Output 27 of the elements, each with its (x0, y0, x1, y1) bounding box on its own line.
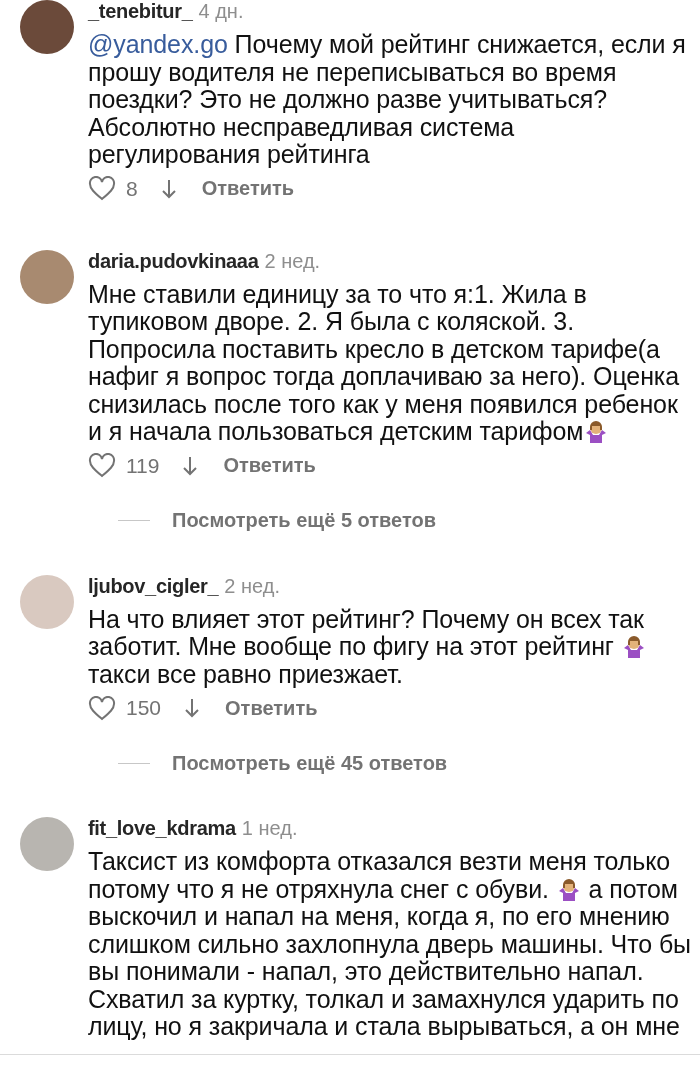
heart-icon[interactable] (88, 176, 116, 201)
like-count: 119 (126, 453, 160, 478)
heart-icon[interactable] (88, 695, 116, 721)
like-count: 150 (126, 696, 162, 720)
comment-time: 2 нед. (264, 249, 321, 272)
username[interactable]: daria.pudovkinaaa (88, 249, 259, 272)
comment-time: 1 нед. (241, 817, 298, 839)
heart-icon[interactable] (88, 453, 116, 478)
reply-button[interactable]: Ответить (225, 696, 318, 720)
username[interactable]: _tenebitur_ (88, 0, 193, 22)
down-arrow-icon[interactable] (185, 698, 200, 718)
username[interactable]: ljubov_cigler_ (88, 574, 219, 597)
comment-text: @yandex.go Почему мой рейтинг снижается, если я прошу водителя не переписываться во время поездки? Это не должно разве учитываться? Абсолютно несправедливая система регулирования рейтинга (88, 31, 686, 169)
comment-time: 2 нед. (224, 574, 280, 597)
comment-text: Таксист из комфорта отказался везти меня только потому что я не отряхнула снег с обуви. а потом выскочил и напал на меня, когда я, по его мнению слишком сильно захлопнула дверь машины. Что бы вы понимали - напал, это действительно напал. Схватил за куртку, толкал и замахнулся ударить по лицу, но я закричала и стала вырываться, а он мне (88, 848, 691, 1041)
comment-text: Мне ставили единицу за то что я:1. Жила в тупиковом дворе. 2. Я была с коляской. 3. Попросила поставить кресло в детском тарифе(а нафиг я вопрос тогда доплачиваю за него). Оценка снизилась после того как у меня появился ребенок и я начала пользоваться детским тарифом (88, 280, 680, 446)
like-count: 8 (126, 176, 138, 201)
username[interactable]: fit_love_kdrama (88, 817, 236, 839)
reply-button[interactable]: Ответить (201, 177, 295, 200)
down-arrow-icon[interactable] (183, 455, 198, 476)
down-arrow-icon[interactable] (161, 178, 176, 199)
comment-text: На что влияет этот рейтинг? Почему он всех так заботит. Мне вообще по фигу на этот рейтинг такси все равно приезжает. (88, 605, 647, 688)
view-replies-link[interactable]: Посмотреть ещё 45 ответов (172, 751, 448, 775)
reply-button[interactable]: Ответить (223, 454, 316, 477)
view-replies-link[interactable]: Посмотреть ещё 5 ответов (172, 509, 437, 532)
avatar-photo-placeholder[interactable] (20, 0, 74, 54)
comment-time: 4 дн. (198, 0, 244, 22)
